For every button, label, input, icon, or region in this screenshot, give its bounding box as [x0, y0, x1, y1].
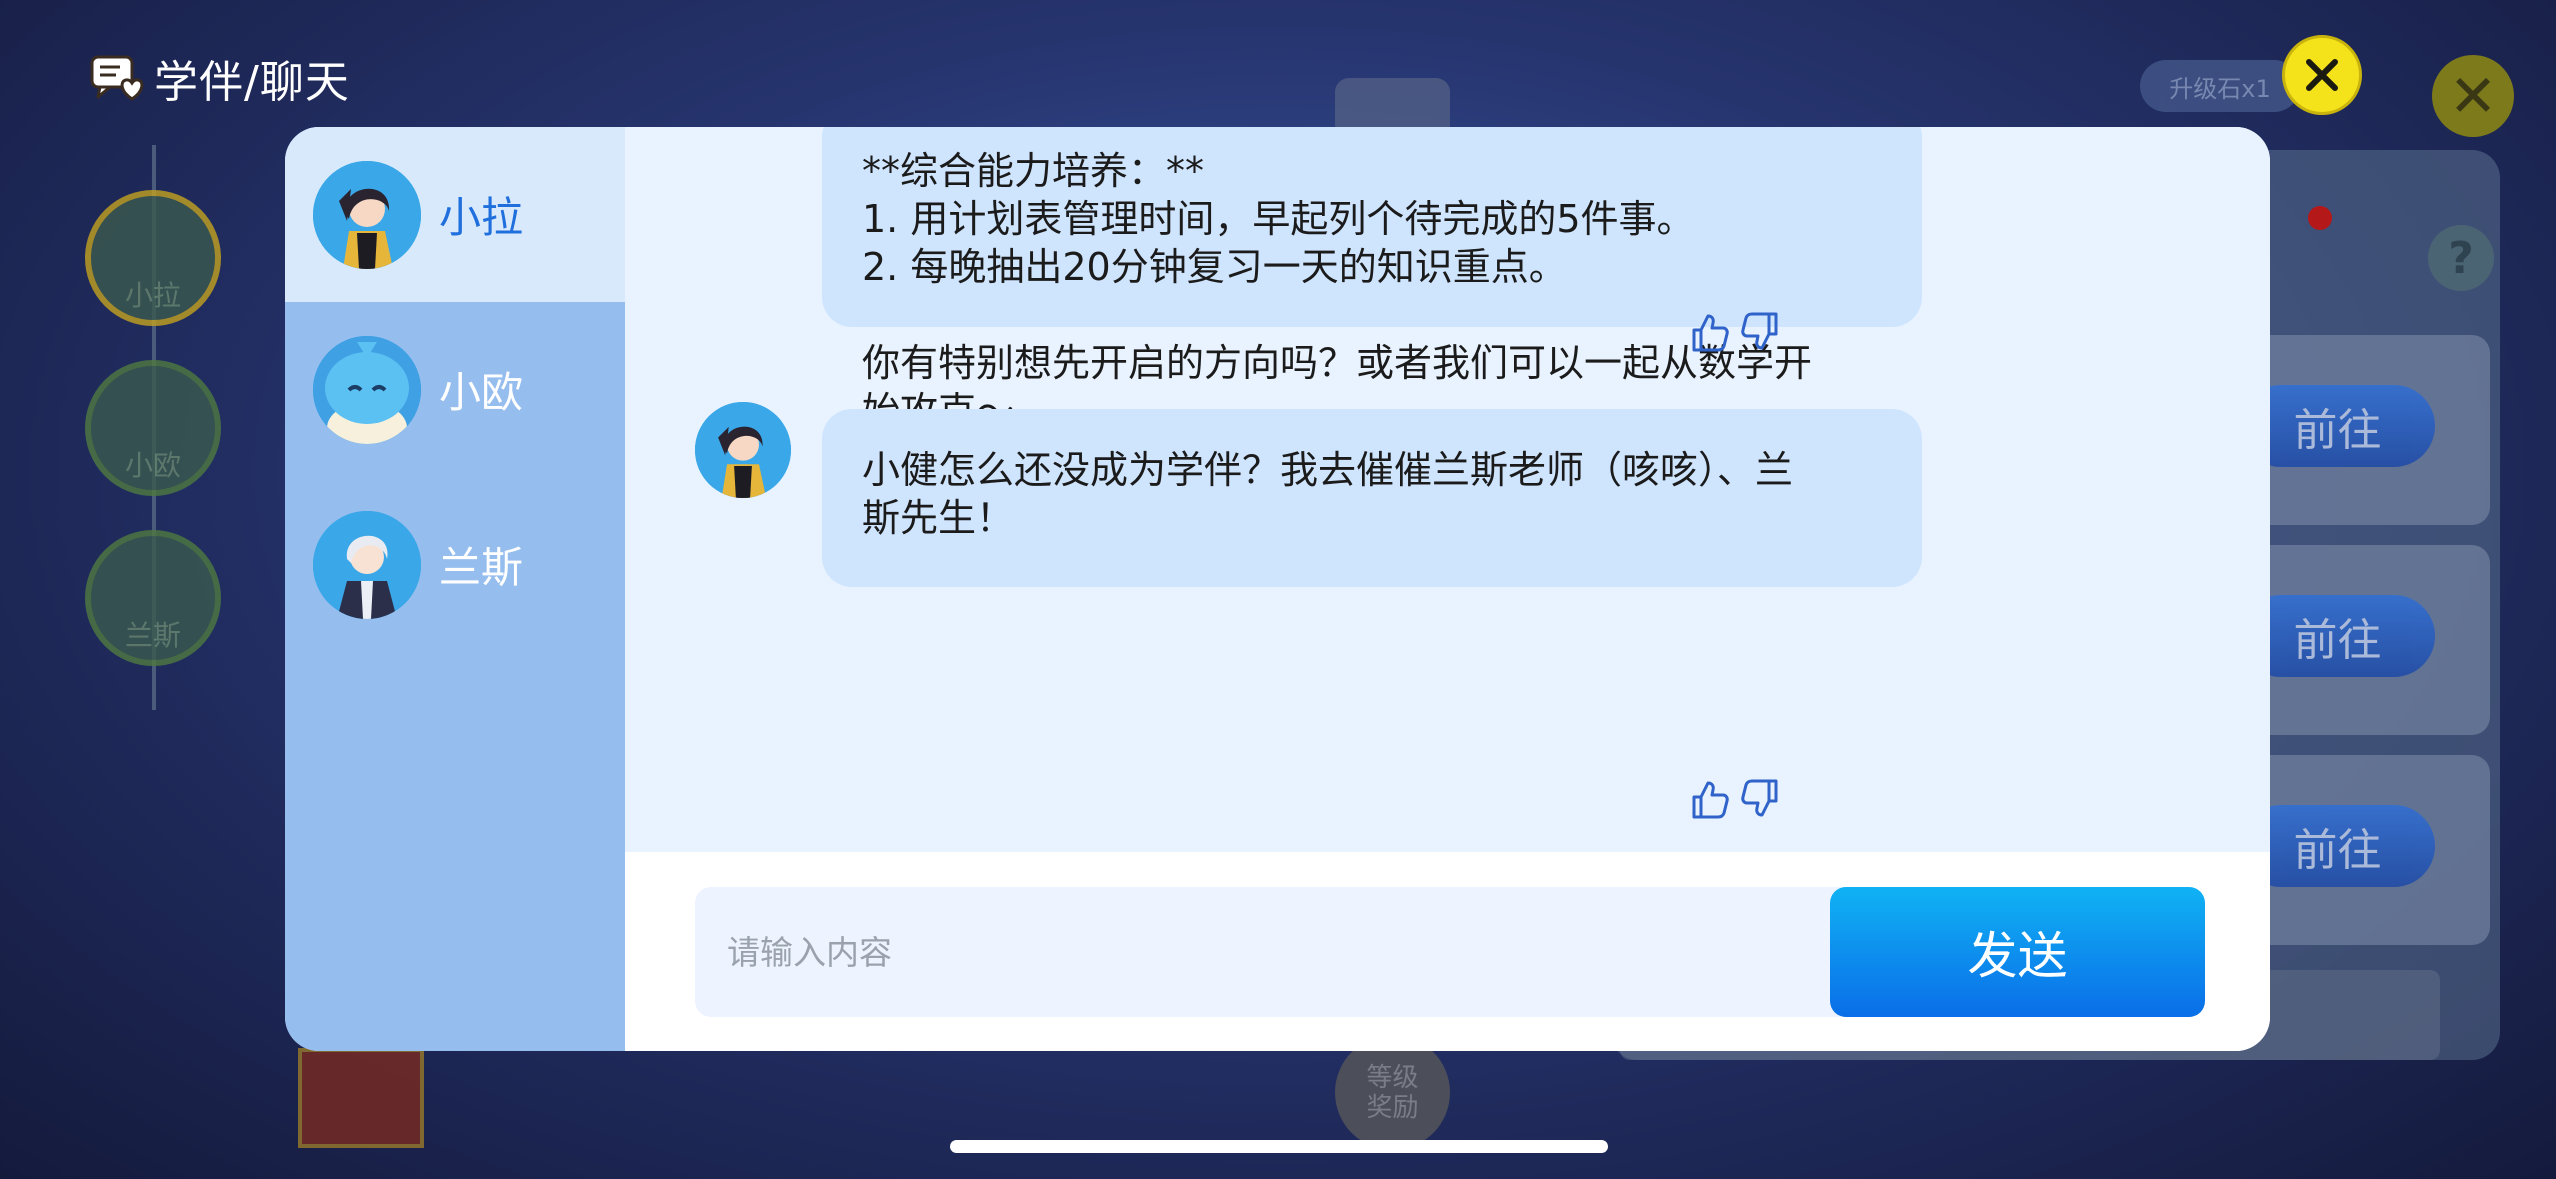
- avatar: [313, 335, 421, 444]
- bg-bottom-thumb: [298, 1048, 424, 1148]
- page-title: 学伴/聊天: [154, 57, 350, 108]
- chat-bubble: **综合能力培养：** 1. 用计划表管理时间，早起列个待完成的5件事。 2. …: [822, 127, 1922, 433]
- close-x-icon: [2306, 59, 2338, 91]
- bg-level-reward-label: 等级 奖励: [1366, 1062, 1419, 1123]
- bg-avatar-label: 小欧: [124, 449, 181, 482]
- home-indicator[interactable]: [950, 1140, 1608, 1153]
- character-name: 小拉: [439, 193, 524, 242]
- character-tab-xiaoou[interactable]: 小欧: [285, 302, 625, 477]
- bg-avatar-xiaoou: 小欧: [85, 360, 221, 496]
- bg-help-icon: ?: [2428, 225, 2494, 291]
- bg-notification-dot: [2308, 206, 2332, 230]
- lansi-avatar-icon: [313, 510, 421, 619]
- avatar: [313, 160, 421, 269]
- xiaola-avatar-icon: [313, 160, 421, 269]
- message-text: 小健怎么还没成为学伴？我去催催兰斯老师（咳咳）、兰 斯先生！: [862, 448, 1794, 540]
- chat-message-list[interactable]: **综合能力培养：** 1. 用计划表管理时间，早起列个待完成的5件事。 2. …: [625, 127, 2270, 852]
- xiaola-avatar-icon: [695, 402, 791, 498]
- bg-avatar-xiaola: 小拉: [85, 190, 221, 326]
- character-name: 兰斯: [439, 543, 524, 592]
- thumbs-up-icon[interactable]: [1688, 310, 1732, 354]
- character-tab-lansi[interactable]: 兰斯: [285, 477, 625, 652]
- bg-avatar-lansi: 兰斯: [85, 530, 221, 666]
- bg-avatar-label: 兰斯: [124, 619, 181, 652]
- page-header: 学伴/聊天: [90, 46, 350, 110]
- bg-level-reward-button: 等级 奖励: [1335, 1035, 1450, 1150]
- xiaoou-avatar-icon: [313, 335, 421, 444]
- chat-heart-icon: [90, 55, 144, 101]
- thumbs-up-icon[interactable]: [1688, 777, 1732, 821]
- send-button[interactable]: 发送: [1830, 887, 2205, 1017]
- thumbs-down-icon[interactable]: [1738, 310, 1782, 354]
- character-name: 小欧: [439, 368, 524, 417]
- avatar: [313, 510, 421, 619]
- message-avatar: [695, 402, 791, 498]
- character-sidebar: 小拉 小欧 兰斯: [285, 127, 625, 1051]
- message-text: **综合能力培养：** 1. 用计划表管理时间，早起列个待完成的5件事。 2. …: [862, 149, 1813, 433]
- chat-bubble: 小健怎么还没成为学伴？我去催催兰斯老师（咳咳）、兰 斯先生！: [822, 409, 1922, 587]
- bg-avatar-label: 小拉: [124, 279, 181, 312]
- close-button[interactable]: [2282, 35, 2362, 115]
- thumbs-down-icon[interactable]: [1738, 777, 1782, 821]
- bg-upgrade-chip: 升级石x1: [2140, 60, 2300, 112]
- message-input-bar: 发送: [625, 852, 2270, 1051]
- character-tab-xiaola[interactable]: 小拉: [285, 127, 625, 302]
- bg-close-icon: ✕: [2432, 55, 2514, 137]
- message-input[interactable]: [695, 887, 1855, 1017]
- chat-dialog: 小拉 小欧 兰斯 **综合能力培养：** 1. 用计划表管理时间，早起列个待完成…: [285, 127, 2270, 1051]
